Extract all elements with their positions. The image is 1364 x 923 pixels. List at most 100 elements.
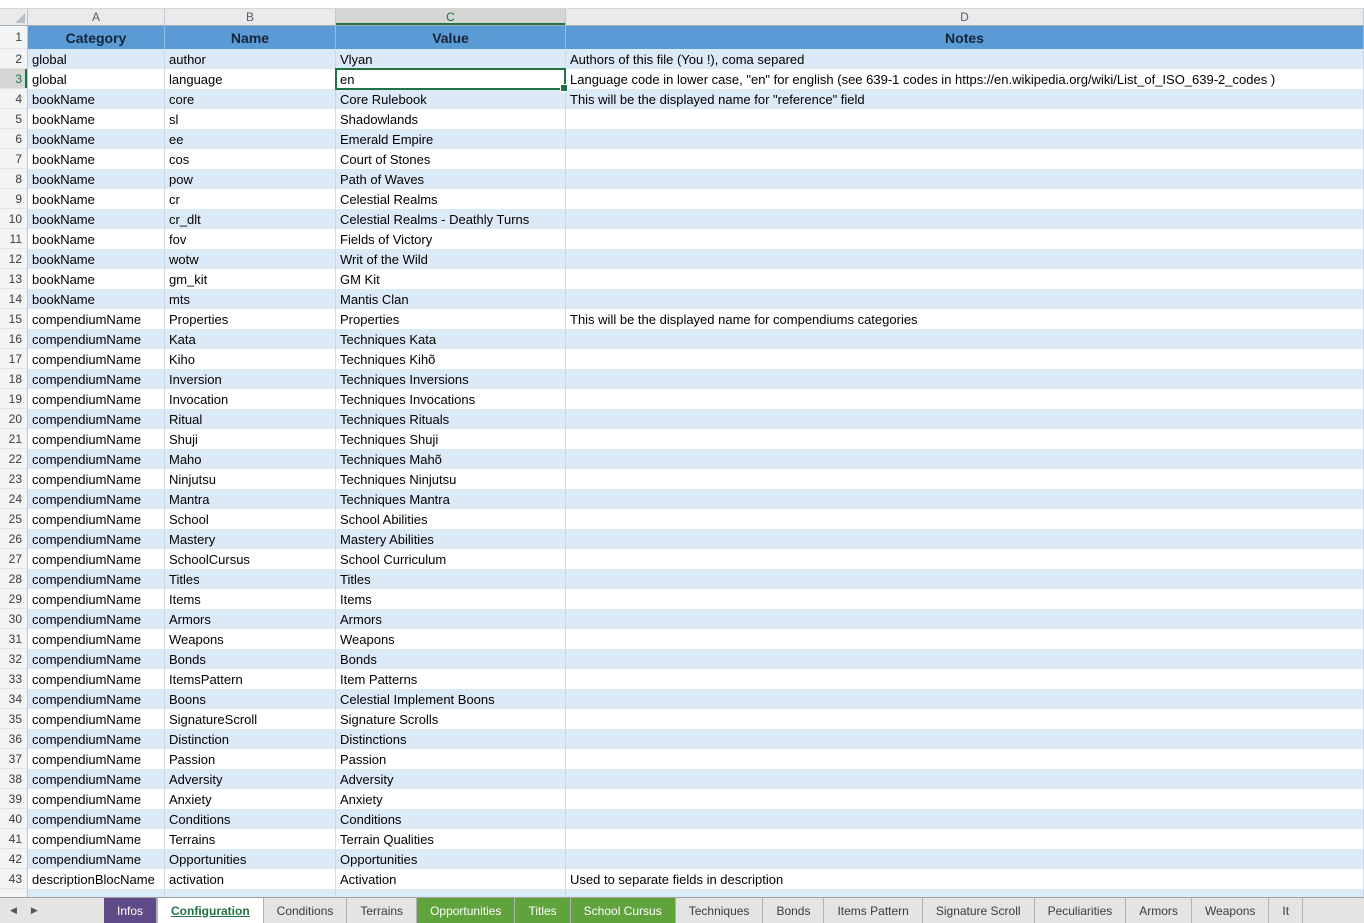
cell-B21[interactable]: Shuji [165,429,336,449]
sheet-tab-bonds[interactable]: Bonds [763,898,824,923]
cell-C28[interactable]: Titles [336,569,566,589]
sheet-tab-armors[interactable]: Armors [1126,898,1192,923]
cell-D3[interactable]: Language code in lower case, "en" for en… [566,69,1364,89]
cell-A17[interactable]: compendiumName [28,349,165,369]
cell-C7[interactable]: Court of Stones [336,149,566,169]
cell-D8[interactable] [566,169,1364,189]
cell-A6[interactable]: bookName [28,129,165,149]
cell-C41[interactable]: Terrain Qualities [336,829,566,849]
row-header-4[interactable]: 4 [0,89,28,109]
row-header-35[interactable]: 35 [0,709,28,729]
row-header-14[interactable]: 14 [0,289,28,309]
cell-D11[interactable] [566,229,1364,249]
cell-B24[interactable]: Mantra [165,489,336,509]
sheet-tab-weapons[interactable]: Weapons [1192,898,1269,923]
cell-C21[interactable]: Techniques Shuji [336,429,566,449]
cell-A43[interactable]: descriptionBlocName [28,869,165,889]
cell-D21[interactable] [566,429,1364,449]
cell-B8[interactable]: pow [165,169,336,189]
cell-B25[interactable]: School [165,509,336,529]
cell-C37[interactable]: Passion [336,749,566,769]
cell-D23[interactable] [566,469,1364,489]
cell-D7[interactable] [566,149,1364,169]
cell-A28[interactable]: compendiumName [28,569,165,589]
cell-A4[interactable]: bookName [28,89,165,109]
cell-C2[interactable]: Vlyan [336,49,566,69]
cell-A38[interactable]: compendiumName [28,769,165,789]
row-header-30[interactable]: 30 [0,609,28,629]
cell[interactable] [28,889,165,897]
cell-B14[interactable]: mts [165,289,336,309]
cell-C3[interactable]: en [336,69,566,89]
row-header-1[interactable]: 1 [0,26,28,49]
cell-A23[interactable]: compendiumName [28,469,165,489]
row-header[interactable] [0,889,28,897]
cell[interactable] [165,889,336,897]
cell-C29[interactable]: Items [336,589,566,609]
cell-B43[interactable]: activation [165,869,336,889]
sheet-tab-configuration[interactable]: Configuration [157,898,264,923]
sheet-tab-it[interactable]: It [1269,898,1303,923]
cell-B26[interactable]: Mastery [165,529,336,549]
row-header-9[interactable]: 9 [0,189,28,209]
sheet-tab-peculiarities[interactable]: Peculiarities [1035,898,1127,923]
cell-A16[interactable]: compendiumName [28,329,165,349]
tabs-scroll-left-icon[interactable]: ◀ [10,905,17,916]
row-header-5[interactable]: 5 [0,109,28,129]
cell-B41[interactable]: Terrains [165,829,336,849]
sheet-tab-infos[interactable]: Infos [104,898,157,923]
cell-D34[interactable] [566,689,1364,709]
cell-C6[interactable]: Emerald Empire [336,129,566,149]
cell-B33[interactable]: ItemsPattern [165,669,336,689]
row-header-43[interactable]: 43 [0,869,28,889]
sheet-tab-items-pattern[interactable]: Items Pattern [824,898,922,923]
cell-C25[interactable]: School Abilities [336,509,566,529]
cell-A1[interactable]: Category [28,26,165,49]
cell-B28[interactable]: Titles [165,569,336,589]
cell-D41[interactable] [566,829,1364,849]
cell-A39[interactable]: compendiumName [28,789,165,809]
row-header-24[interactable]: 24 [0,489,28,509]
cell-D5[interactable] [566,109,1364,129]
cell-C9[interactable]: Celestial Realms [336,189,566,209]
cell-C13[interactable]: GM Kit [336,269,566,289]
cell-A5[interactable]: bookName [28,109,165,129]
cell-C17[interactable]: Techniques Kihõ [336,349,566,369]
cell-C8[interactable]: Path of Waves [336,169,566,189]
cell-B17[interactable]: Kiho [165,349,336,369]
cell-D12[interactable] [566,249,1364,269]
cell-B23[interactable]: Ninjutsu [165,469,336,489]
cell-B42[interactable]: Opportunities [165,849,336,869]
cell-D24[interactable] [566,489,1364,509]
cell-A3[interactable]: global [28,69,165,89]
row-header-29[interactable]: 29 [0,589,28,609]
cell-D42[interactable] [566,849,1364,869]
cell-D17[interactable] [566,349,1364,369]
cell-D2[interactable]: Authors of this file (You !), coma separ… [566,49,1364,69]
row-header-10[interactable]: 10 [0,209,28,229]
cell-D25[interactable] [566,509,1364,529]
cell-B6[interactable]: ee [165,129,336,149]
cell-A22[interactable]: compendiumName [28,449,165,469]
cell-B32[interactable]: Bonds [165,649,336,669]
cell-D30[interactable] [566,609,1364,629]
row-header-38[interactable]: 38 [0,769,28,789]
cell-C4[interactable]: Core Rulebook [336,89,566,109]
row-header-40[interactable]: 40 [0,809,28,829]
cell-B31[interactable]: Weapons [165,629,336,649]
sheet-tab-techniques[interactable]: Techniques [676,898,764,923]
cell-C16[interactable]: Techniques Kata [336,329,566,349]
cell-B34[interactable]: Boons [165,689,336,709]
cell-D31[interactable] [566,629,1364,649]
cell-D28[interactable] [566,569,1364,589]
cell-B15[interactable]: Properties [165,309,336,329]
cell-B18[interactable]: Inversion [165,369,336,389]
cell-B19[interactable]: Invocation [165,389,336,409]
cell-D1[interactable]: Notes [566,26,1364,49]
tabs-scroll-right-icon[interactable]: ▶ [31,905,38,916]
cell-C36[interactable]: Distinctions [336,729,566,749]
row-header-11[interactable]: 11 [0,229,28,249]
cell-D16[interactable] [566,329,1364,349]
cell-B11[interactable]: fov [165,229,336,249]
cell-C12[interactable]: Writ of the Wild [336,249,566,269]
